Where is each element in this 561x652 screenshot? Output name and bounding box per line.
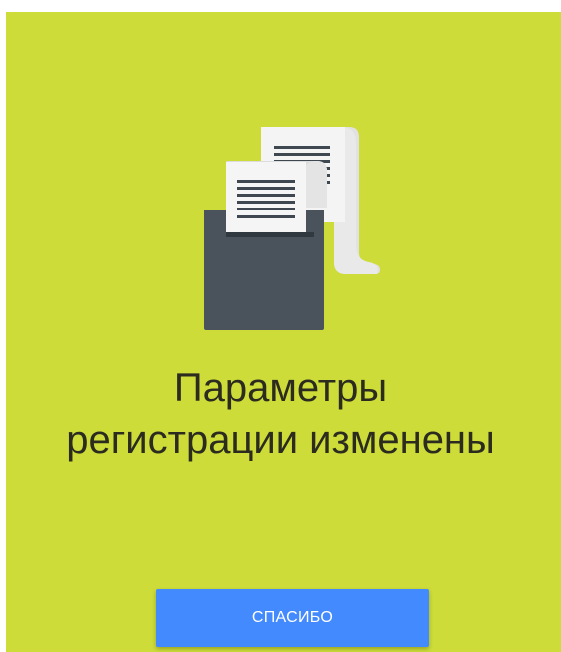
title-line-2: регистрации изменены <box>66 418 495 462</box>
thanks-button[interactable]: СПАСИБО <box>156 589 429 647</box>
receipt-printer-icon <box>204 127 380 330</box>
receipt-slot-paper <box>226 210 306 232</box>
title-line-1: Параметры <box>173 366 388 410</box>
dialog-frame: Параметры регистрации изменены СПАСИБО <box>0 0 561 652</box>
page-title: Параметры регистрации изменены <box>0 362 561 466</box>
